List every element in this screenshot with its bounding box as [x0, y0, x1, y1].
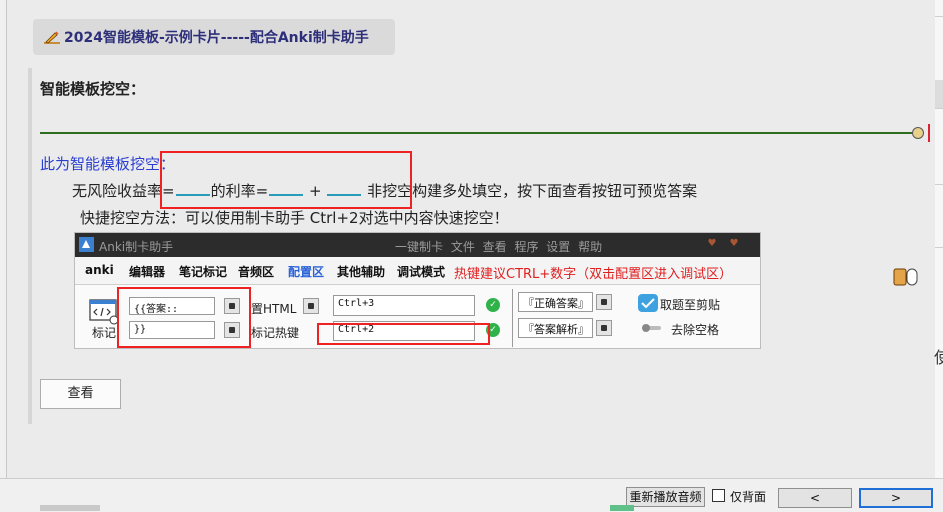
hotkey-hint: 热键建议CTRL+数字（双击配置区进入调试区） — [454, 267, 733, 282]
helper-menu: 一键制卡 文件 查看 程序 设置 帮助 — [395, 240, 603, 254]
edge-line — [935, 16, 943, 17]
html-label: 置HTML — [251, 302, 297, 316]
taskbar-fragment — [40, 505, 100, 511]
taskbar-fragment — [610, 505, 634, 511]
edge-block — [935, 80, 943, 108]
panel-separator — [512, 289, 513, 347]
clipboard-option: 取题至剪贴 — [660, 298, 721, 312]
helper-titlebar: Anki制卡助手 一键制卡 文件 查看 程序 设置 帮助 ♥ ♥ — [75, 233, 760, 257]
mark-label: 标记 — [92, 326, 117, 340]
helper-tab-other: 其他辅助 — [337, 265, 386, 279]
question-part-4: 非挖空构建多处填空，按下面查看按钮可预览答案 — [367, 182, 698, 200]
heart-icon: ♥ — [707, 238, 717, 249]
right-edge-panel — [935, 0, 943, 478]
analysis-input: 『答案解析』 — [518, 318, 593, 338]
analysis-button — [596, 320, 612, 336]
next-button[interactable]: > — [859, 488, 933, 508]
helper-tab-audio: 音频区 — [238, 265, 275, 279]
highlight-box-cloze — [160, 151, 412, 209]
bottom-bar: 重新播放音频 仅背面 < > — [0, 478, 943, 512]
toggle-off-icon — [642, 324, 661, 332]
helper-tab-config: 配置区 — [288, 265, 325, 279]
helper-tab-editor: 编辑器 — [129, 265, 166, 279]
helper-tab-debug: 调试模式 — [397, 265, 446, 279]
check-icon: ✓ — [486, 298, 500, 312]
helper-tabs: anki 编辑器 笔记标记 音频区 配置区 其他辅助 调试模式 热键建议CTRL… — [75, 257, 760, 285]
highlight-box-fields — [117, 287, 251, 348]
section-heading: 智能模板挖空： — [40, 80, 146, 98]
edge-line — [935, 247, 943, 248]
replay-audio-button[interactable]: 重新播放音频 — [626, 487, 705, 507]
slider-knob-icon[interactable] — [912, 127, 924, 139]
back-only-label: 仅背面 — [730, 490, 767, 504]
tip-text: 快捷挖空方法：可以使用制卡助手 Ctrl+2对选中内容快速挖空！ — [80, 209, 509, 227]
view-button[interactable]: 查看 — [40, 379, 121, 409]
helper-tab-note-mark: 笔记标记 — [179, 265, 228, 279]
card-title: 2024智能模板-示例卡片-----配合Anki制卡助手 — [64, 30, 369, 46]
hotkey-input-1: Ctrl+3 — [333, 295, 475, 316]
hotkey-label: 标记热键 — [251, 326, 300, 340]
prev-button[interactable]: < — [778, 488, 852, 508]
helper-tab-anki: anki — [85, 263, 114, 277]
html-button — [303, 298, 319, 314]
clipped-text: 使 — [934, 348, 943, 367]
pencil-icon — [44, 31, 60, 44]
green-divider — [40, 132, 916, 134]
edge-line — [935, 184, 943, 185]
bookmark-toggle-icon[interactable] — [893, 267, 919, 287]
app-logo-icon — [79, 237, 94, 252]
back-only-checkbox[interactable] — [712, 489, 725, 502]
helper-title: Anki制卡助手 — [99, 240, 174, 254]
code-icon — [89, 299, 119, 325]
heart-icon: ♥ — [729, 238, 739, 249]
intro-text: 此为智能模板挖空： — [40, 155, 176, 173]
trim-option: 去除空格 — [671, 323, 720, 337]
highlight-box-hotkey — [317, 323, 490, 345]
card-title-chip: 2024智能模板-示例卡片-----配合Anki制卡助手 — [33, 19, 395, 55]
correct-answer-input: 『正确答案』 — [518, 292, 593, 312]
correct-answer-button — [596, 294, 612, 310]
checkbox-checked-icon — [638, 294, 658, 312]
edge-line — [935, 108, 943, 109]
divider-end-tick — [928, 124, 930, 142]
